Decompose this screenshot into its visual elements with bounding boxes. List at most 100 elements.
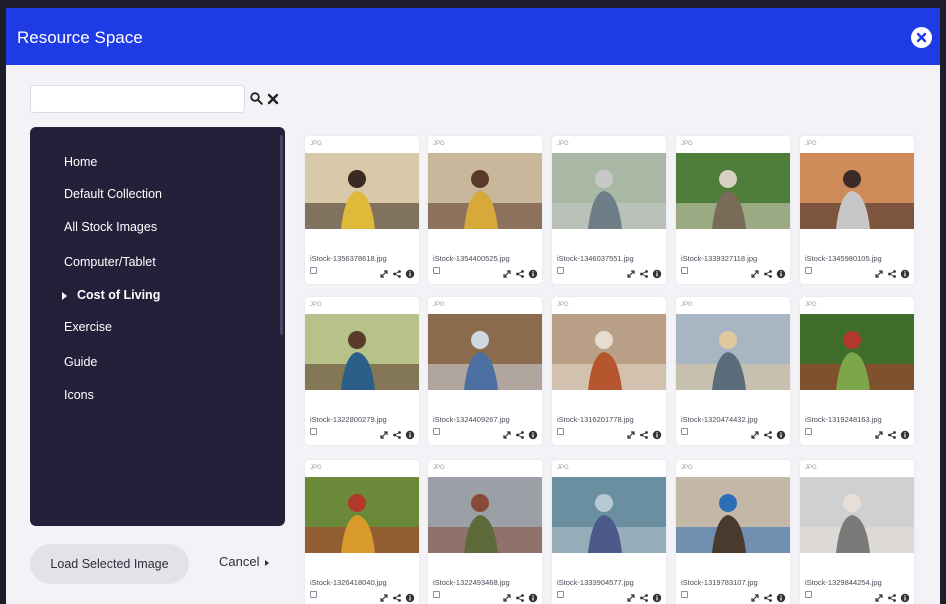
cancel-button[interactable]: Cancel: [219, 554, 270, 569]
info-icon[interactable]: [528, 427, 538, 440]
info-icon[interactable]: [652, 590, 662, 603]
image-thumbnail[interactable]: [305, 477, 419, 553]
sidebar-item-cost-of-living[interactable]: Cost of Living: [77, 288, 160, 302]
image-thumbnail[interactable]: [800, 477, 914, 553]
image-select-checkbox[interactable]: [310, 591, 317, 598]
expand-icon[interactable]: [626, 427, 636, 439]
info-icon[interactable]: [776, 266, 786, 279]
info-icon[interactable]: [900, 590, 910, 603]
image-card[interactable]: JPG iStock-1319248163.jpg: [800, 297, 914, 445]
info-icon[interactable]: [405, 427, 415, 440]
sidebar-item-default-collection[interactable]: Default Collection: [64, 187, 162, 201]
image-select-checkbox[interactable]: [433, 428, 440, 435]
info-icon[interactable]: [776, 427, 786, 440]
image-select-checkbox[interactable]: [681, 591, 688, 598]
image-select-checkbox[interactable]: [433, 591, 440, 598]
expand-icon[interactable]: [502, 427, 512, 439]
expand-icon[interactable]: [379, 427, 389, 439]
image-thumbnail[interactable]: [676, 153, 790, 229]
image-thumbnail[interactable]: [305, 314, 419, 390]
image-card[interactable]: JPG iStock-1322493468.jpg: [428, 460, 542, 604]
image-select-checkbox[interactable]: [557, 428, 564, 435]
image-card[interactable]: JPG iStock-1354400525.jpg: [428, 136, 542, 284]
sidebar-item-icons[interactable]: Icons: [64, 388, 94, 402]
image-thumbnail[interactable]: [428, 314, 542, 390]
info-icon[interactable]: [776, 590, 786, 603]
close-icon[interactable]: [911, 27, 932, 48]
info-icon[interactable]: [405, 590, 415, 603]
load-selected-image-button[interactable]: Load Selected Image: [30, 544, 189, 584]
image-select-checkbox[interactable]: [805, 428, 812, 435]
image-card[interactable]: JPG iStock-1316201778.jpg: [552, 297, 666, 445]
share-icon[interactable]: [639, 590, 649, 602]
expand-icon[interactable]: [874, 427, 884, 439]
share-icon[interactable]: [887, 590, 897, 602]
image-thumbnail[interactable]: [552, 153, 666, 229]
image-thumbnail[interactable]: [676, 314, 790, 390]
search-input[interactable]: [30, 85, 245, 113]
sidebar-scrollbar[interactable]: [280, 135, 283, 335]
info-icon[interactable]: [900, 266, 910, 279]
share-icon[interactable]: [887, 266, 897, 278]
image-card[interactable]: JPG iStock-1345980105.jpg: [800, 136, 914, 284]
info-icon[interactable]: [900, 427, 910, 440]
info-icon[interactable]: [405, 266, 415, 279]
share-icon[interactable]: [763, 427, 773, 439]
share-icon[interactable]: [639, 266, 649, 278]
clear-search-icon[interactable]: [267, 92, 279, 110]
image-select-checkbox[interactable]: [310, 267, 317, 274]
image-select-checkbox[interactable]: [557, 591, 564, 598]
image-select-checkbox[interactable]: [805, 591, 812, 598]
sidebar-item-guide[interactable]: Guide: [64, 355, 97, 369]
image-card[interactable]: JPG iStock-1329844254.jpg: [800, 460, 914, 604]
expand-icon[interactable]: [502, 266, 512, 278]
expand-icon[interactable]: [750, 590, 760, 602]
image-select-checkbox[interactable]: [681, 428, 688, 435]
share-icon[interactable]: [515, 590, 525, 602]
share-icon[interactable]: [515, 427, 525, 439]
info-icon[interactable]: [528, 590, 538, 603]
expand-icon[interactable]: [379, 590, 389, 602]
share-icon[interactable]: [887, 427, 897, 439]
sidebar-item-exercise[interactable]: Exercise: [64, 320, 112, 334]
image-thumbnail[interactable]: [800, 153, 914, 229]
image-card[interactable]: JPG iStock-1346037551.jpg: [552, 136, 666, 284]
image-thumbnail[interactable]: [800, 314, 914, 390]
image-select-checkbox[interactable]: [310, 428, 317, 435]
image-card[interactable]: JPG iStock-1322800279.jpg: [305, 297, 419, 445]
expand-icon[interactable]: [626, 590, 636, 602]
image-select-checkbox[interactable]: [557, 267, 564, 274]
info-icon[interactable]: [652, 427, 662, 440]
expand-icon[interactable]: [874, 590, 884, 602]
image-thumbnail[interactable]: [552, 314, 666, 390]
sidebar-item-all-stock-images[interactable]: All Stock Images: [64, 220, 157, 234]
image-thumbnail[interactable]: [428, 153, 542, 229]
image-card[interactable]: JPG iStock-1339327118.jpg: [676, 136, 790, 284]
share-icon[interactable]: [392, 266, 402, 278]
expand-icon[interactable]: [750, 266, 760, 278]
info-icon[interactable]: [528, 266, 538, 279]
image-card[interactable]: JPG iStock-1320474432.jpg: [676, 297, 790, 445]
share-icon[interactable]: [639, 427, 649, 439]
share-icon[interactable]: [763, 266, 773, 278]
image-card[interactable]: JPG iStock-1333904577.jpg: [552, 460, 666, 604]
expand-icon[interactable]: [750, 427, 760, 439]
image-select-checkbox[interactable]: [433, 267, 440, 274]
share-icon[interactable]: [392, 590, 402, 602]
image-thumbnail[interactable]: [428, 477, 542, 553]
image-thumbnail[interactable]: [305, 153, 419, 229]
image-card[interactable]: JPG iStock-1319783107.jpg: [676, 460, 790, 604]
share-icon[interactable]: [392, 427, 402, 439]
image-thumbnail[interactable]: [676, 477, 790, 553]
image-select-checkbox[interactable]: [681, 267, 688, 274]
expand-icon[interactable]: [626, 266, 636, 278]
info-icon[interactable]: [652, 266, 662, 279]
search-icon[interactable]: [250, 92, 263, 110]
expand-icon[interactable]: [502, 590, 512, 602]
sidebar-item-computer-tablet[interactable]: Computer/Tablet: [64, 255, 156, 269]
expand-icon[interactable]: [874, 266, 884, 278]
share-icon[interactable]: [763, 590, 773, 602]
share-icon[interactable]: [515, 266, 525, 278]
image-card[interactable]: JPG iStock-1324409267.jpg: [428, 297, 542, 445]
image-thumbnail[interactable]: [552, 477, 666, 553]
